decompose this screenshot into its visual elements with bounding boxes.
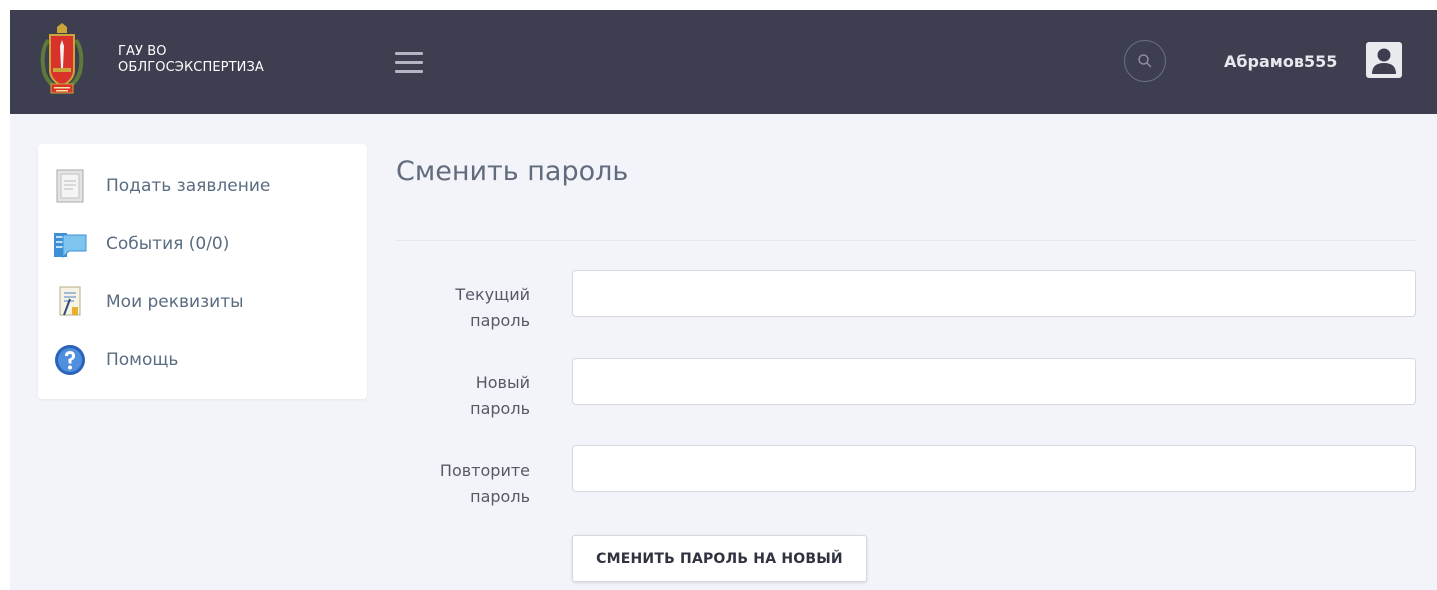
help-icon [52,342,88,378]
sidebar-item-events[interactable]: События (0/0) [52,226,229,262]
sidebar-item-label: Подать заявление [106,176,271,196]
user-avatar-icon[interactable] [1366,42,1402,78]
sidebar-item-help[interactable]: Помощь [52,342,178,378]
username-link[interactable]: Абрамов555 [1224,52,1337,71]
org-name-line2: ОБЛГОСЭКСПЕРТИЗА [118,60,264,75]
sidebar-item-submit-application[interactable]: Подать заявление [52,168,270,204]
sidebar-item-label: Мои реквизиты [106,292,244,312]
events-icon [52,226,88,262]
top-navbar: ГАУ ВО ОБЛГОСЭКСПЕРТИЗА Абрамов555 [10,10,1437,114]
sidebar-item-label: События (0/0) [106,234,230,254]
new-password-input[interactable] [572,358,1416,405]
label-line: Текущий [455,285,530,304]
application-form-icon [52,168,88,204]
current-password-label: Текущий пароль [410,282,530,334]
change-password-button[interactable]: СМЕНИТЬ ПАРОЛЬ НА НОВЫЙ [572,535,867,582]
search-icon [1138,54,1152,68]
search-button[interactable] [1124,40,1166,82]
label-line: Новый [475,373,530,392]
repeat-password-label: Повторите пароль [410,458,530,510]
org-name: ГАУ ВО ОБЛГОСЭКСПЕРТИЗА [118,44,264,76]
brand[interactable]: ГАУ ВО ОБЛГОСЭКСПЕРТИЗА [38,22,264,98]
page-title: Сменить пароль [396,156,629,187]
current-password-input[interactable] [572,270,1416,317]
repeat-password-input[interactable] [572,445,1416,492]
label-line: пароль [470,487,530,506]
label-line: Повторите [439,461,530,480]
label-line: пароль [470,311,530,330]
requisites-document-icon [52,284,88,320]
coat-of-arms-icon [40,23,84,94]
title-divider [396,240,1416,241]
hamburger-menu-icon[interactable] [395,52,423,74]
new-password-label: Новый пароль [410,370,530,422]
label-line: пароль [470,399,530,418]
org-name-line1: ГАУ ВО [118,44,167,59]
sidebar-item-label: Помощь [106,350,179,370]
sidebar-item-my-requisites[interactable]: Мои реквизиты [52,284,244,320]
sidebar-menu: Подать заявление События (0/0) Мои рекви… [38,144,367,399]
app-frame: ГАУ ВО ОБЛГОСЭКСПЕРТИЗА Абрамов555 Подат… [10,10,1437,590]
